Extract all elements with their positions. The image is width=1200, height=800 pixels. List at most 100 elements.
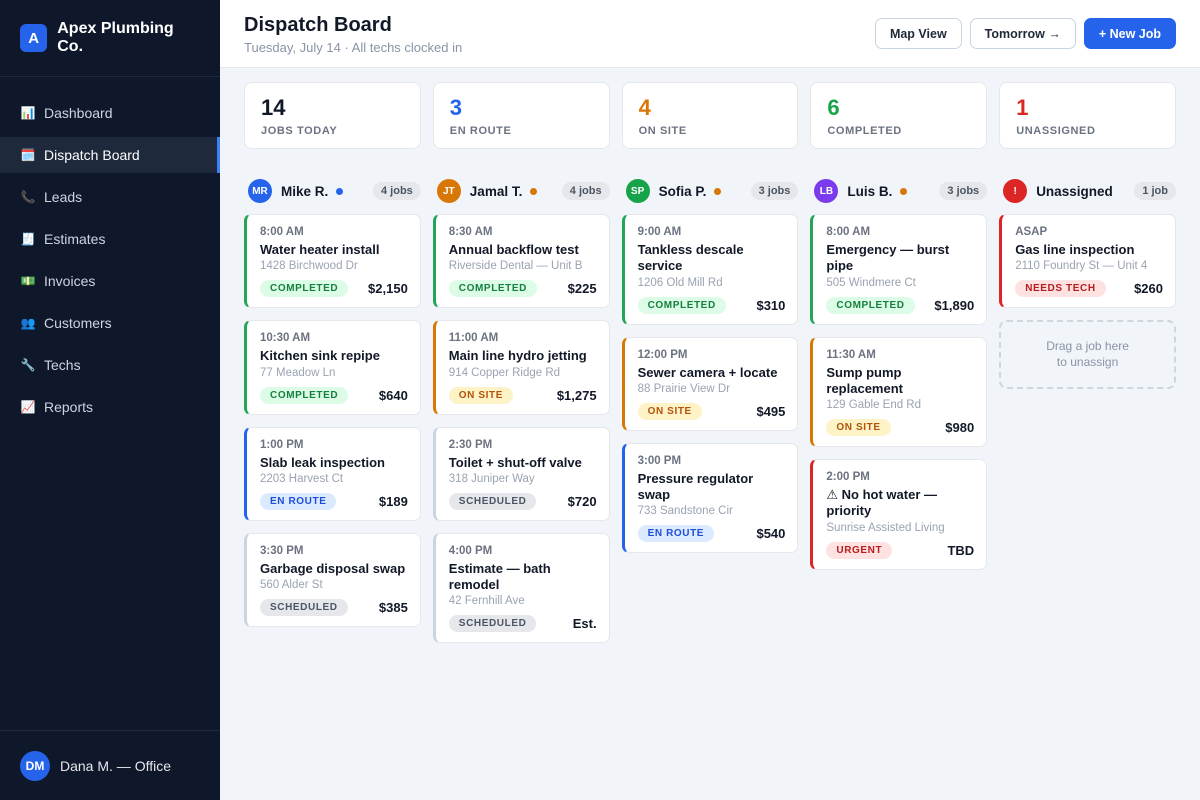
sidebar-item-customers[interactable]: 👥 Customers — [0, 305, 220, 341]
user-profile[interactable]: DM Dana M. — Office — [0, 730, 220, 800]
job-address: 2110 Foundry St — Unit 4 — [1015, 260, 1148, 273]
job-card[interactable]: 2:00 PM ⚠ No hot water — priority Sunrise … — [810, 459, 988, 570]
job-time: 11:00 AM — [448, 332, 499, 345]
job-title: Gas line inspection — [1015, 242, 1135, 257]
job-card[interactable]: 8:00 AM Water heater install 1428 Birchwoo… — [244, 214, 421, 309]
job-card[interactable]: 8:30 AM Annual backflow test Riverside Den… — [432, 214, 610, 309]
unassign-dropzone[interactable]: Drag a job here to unassign — [999, 320, 1176, 390]
job-price: $1,275 — [556, 387, 597, 403]
job-address: 2203 Harvest Ct — [260, 472, 344, 485]
job-address: 505 Windmere Ct — [826, 276, 916, 289]
job-footer: COMPLETED $1,890 — [826, 296, 974, 314]
job-address: 1428 Birchwood Dr — [260, 260, 358, 273]
status-badge: ON SITE — [637, 402, 702, 420]
new-job-button[interactable]: + New Job — [1083, 18, 1176, 49]
job-time: 1:00 PM — [260, 438, 304, 451]
job-time: 11:30 AM — [826, 348, 876, 361]
stat-card-en-route: 3 EN ROUTE — [432, 82, 610, 149]
job-card[interactable]: 11:00 AM Main line hydro jetting 914 Coppe… — [432, 320, 610, 415]
tech-name: Unassigned — [1036, 183, 1113, 199]
tech-avatar: JT — [436, 179, 461, 203]
job-card[interactable]: 9:00 AM Tankless descale service 1206 Old … — [621, 214, 799, 325]
stat-label: EN ROUTE — [449, 125, 512, 138]
stat-card-completed: 6 COMPLETED — [810, 82, 988, 149]
status-badge: COMPLETED — [826, 296, 915, 314]
job-time: 8:30 AM — [448, 226, 493, 238]
stats-row: 14 JOBS TODAY 3 EN ROUTE 4 ON SITE 6 COMPLETED 1… — [244, 82, 1176, 149]
phone-icon: 📞 — [20, 190, 36, 204]
job-title: Kitchen sink repipe — [260, 348, 380, 364]
job-card[interactable]: 8:00 AM Emergency — burst pipe 505 Windmer… — [810, 214, 988, 325]
job-footer: SCHEDULED Est. — [448, 615, 597, 633]
stat-card-unassigned: 1 UNASSIGNED — [999, 82, 1176, 149]
job-time: 8:00 AM — [260, 226, 304, 238]
sidebar-item-reports[interactable]: 📈 Reports — [0, 389, 220, 425]
job-title: Water heater install — [260, 242, 380, 257]
job-footer: ON SITE $1,275 — [448, 386, 597, 404]
job-card[interactable]: 2:30 PM Toilet + shut-off valve 318 Junipe… — [432, 426, 610, 521]
sidebar-item-label: Estimates — [44, 231, 106, 247]
stat-value: 3 — [449, 95, 463, 120]
status-dot — [900, 187, 908, 195]
job-card[interactable]: 4:00 PM Estimate — bath remodel 42 Fernhil… — [432, 532, 610, 644]
column-sofia: SP Sofia P. 3 jobs 9:00 AM Tankless descale … — [621, 178, 799, 655]
map-view-button[interactable]: Map View — [874, 18, 962, 49]
column-header: SP Sofia P. 3 jobs — [622, 178, 799, 204]
job-price: $385 — [378, 600, 408, 615]
tech-name: Luis B. — [847, 183, 893, 199]
job-time: 10:30 AM — [260, 332, 311, 345]
tomorrow-button[interactable]: Tomorrow → — [969, 18, 1076, 49]
brand[interactable]: A Apex Plumbing Co. — [0, 0, 220, 77]
job-price: $310 — [756, 297, 786, 313]
status-badge: COMPLETED — [448, 280, 537, 298]
column-header: ! Unassigned 1 job — [999, 178, 1176, 204]
job-address: 914 Copper Ridge Rd — [448, 366, 561, 379]
status-badge: ON SITE — [826, 419, 891, 436]
job-footer: NEEDS TECH $260 — [1015, 280, 1163, 298]
stat-value: 6 — [827, 95, 840, 120]
status-badge: SCHEDULED — [448, 492, 537, 510]
sidebar-item-dashboard[interactable]: 📊 Dashboard — [0, 95, 220, 131]
job-address: 318 Juniper Way — [448, 472, 535, 485]
sidebar-item-label: Dashboard — [44, 105, 113, 121]
sidebar-item-label: Techs — [44, 357, 81, 373]
job-card[interactable]: 11:30 AM Sump pump replacement 129 Gable E… — [810, 336, 988, 447]
job-time: 9:00 AM — [637, 226, 682, 238]
job-footer: COMPLETED $2,150 — [260, 280, 408, 298]
sidebar-item-techs[interactable]: 🔧 Techs — [0, 347, 220, 383]
job-count-badge: 1 job — [1134, 182, 1176, 200]
job-title: Estimate — bath remodel — [448, 560, 551, 592]
stat-card-jobs-today: 14 JOBS TODAY — [244, 82, 421, 149]
job-title: Annual backflow test — [448, 242, 579, 257]
job-title: Sewer camera + locate — [637, 364, 778, 380]
job-count-badge: 4 jobs — [561, 182, 610, 200]
job-card[interactable]: 1:00 PM Slab leak inspection 2203 Harvest … — [244, 426, 421, 521]
column-header: JT Jamal T. 4 jobs — [433, 178, 610, 204]
job-card[interactable]: 3:30 PM Garbage disposal swap 560 Alder St… — [244, 532, 421, 627]
sidebar-item-dispatch-board[interactable]: 🗓️ Dispatch Board — [0, 137, 220, 173]
status-badge: ON SITE — [448, 386, 514, 404]
job-card[interactable]: 10:30 AM Kitchen sink repipe 77 Meadow Ln C… — [244, 320, 421, 415]
job-address: 88 Prairie View Dr — [637, 382, 731, 395]
money-icon: 💵 — [20, 274, 36, 288]
job-card[interactable]: 3:00 PM Pressure regulator swap 733 Sandst… — [621, 442, 799, 554]
main-area: Dispatch Board Tuesday, July 14 · All te… — [220, 0, 1200, 800]
job-count-badge: 4 jobs — [373, 182, 421, 200]
stat-value: 14 — [261, 95, 286, 120]
job-card[interactable]: 12:00 PM Sewer camera + locate 88 Prairie … — [621, 336, 799, 431]
job-price: $495 — [756, 403, 786, 419]
calendar-icon: 🗓️ — [20, 148, 36, 162]
job-address: Riverside Dental — Unit B — [448, 260, 583, 273]
job-title: Main line hydro jetting — [448, 348, 587, 364]
status-badge: SCHEDULED — [448, 615, 537, 633]
job-price: $980 — [945, 420, 975, 435]
sidebar-item-leads[interactable]: 📞 Leads — [0, 179, 220, 215]
job-time: 2:00 PM — [826, 471, 870, 483]
stat-value: 1 — [1016, 95, 1029, 120]
status-badge: URGENT — [826, 541, 893, 559]
job-card[interactable]: ASAP Gas line inspection 2110 Foundry St —… — [999, 214, 1176, 309]
job-footer: COMPLETED $310 — [637, 296, 786, 314]
topbar: Dispatch Board Tuesday, July 14 · All te… — [220, 0, 1200, 68]
sidebar-item-invoices[interactable]: 💵 Invoices — [0, 263, 220, 299]
sidebar-item-estimates[interactable]: 🧾 Estimates — [0, 221, 220, 257]
